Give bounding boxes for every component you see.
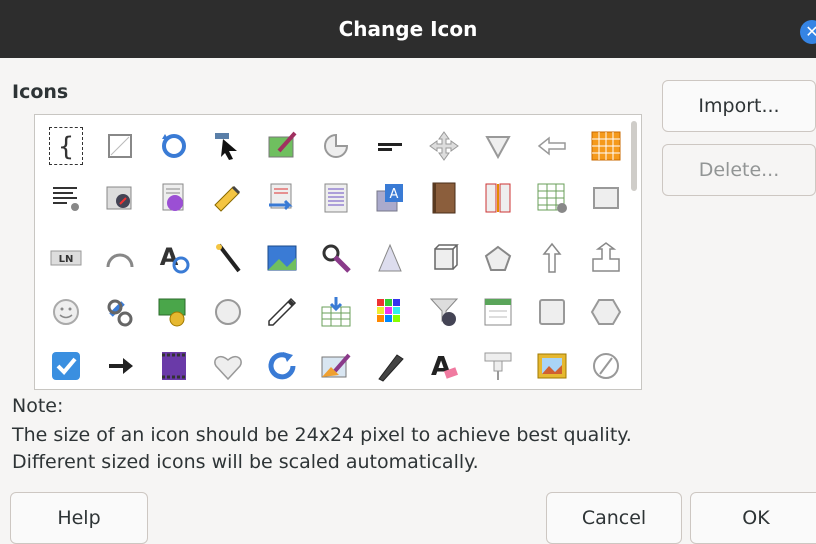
text-document-icon[interactable]: [309, 171, 363, 225]
paragraph-settings-icon[interactable]: [39, 171, 93, 225]
rectangle-icon[interactable]: [579, 171, 633, 225]
horizontal-line-icon[interactable]: [363, 119, 417, 173]
circle-slash-icon[interactable]: [579, 339, 633, 389]
svg-text:A: A: [160, 243, 179, 271]
refresh-icon[interactable]: [255, 339, 309, 389]
svg-text:LN: LN: [59, 254, 74, 265]
arc-icon[interactable]: [93, 231, 147, 285]
heart-icon[interactable]: [201, 339, 255, 389]
cube-icon[interactable]: [417, 231, 471, 285]
pushpin-icon[interactable]: [471, 339, 525, 389]
rounded-square-icon[interactable]: [525, 285, 579, 339]
pentagon-icon[interactable]: [471, 231, 525, 285]
arrow-up-icon[interactable]: [525, 231, 579, 285]
hyperlink-icon[interactable]: [93, 285, 147, 339]
title-bar: Change Icon ✕: [0, 0, 816, 58]
delete-button[interactable]: Delete...: [662, 144, 816, 196]
draw-on-image-icon[interactable]: [255, 119, 309, 173]
help-button[interactable]: Help: [10, 492, 148, 544]
film-frame-icon[interactable]: [147, 339, 201, 389]
svg-text:{: {: [58, 132, 75, 162]
rotate-3d-icon[interactable]: [147, 119, 201, 173]
eyedropper-icon[interactable]: [255, 285, 309, 339]
cancel-button[interactable]: Cancel: [546, 492, 682, 544]
form-window-icon[interactable]: [471, 285, 525, 339]
icons-label: Icons: [12, 81, 69, 103]
filter-navigator-icon[interactable]: [417, 285, 471, 339]
arrow-right-icon[interactable]: [93, 339, 147, 389]
hexagon-icon[interactable]: [579, 285, 633, 339]
curly-bracket-icon[interactable]: {: [39, 119, 93, 173]
icon-grid[interactable]: { A LN A A: [34, 114, 642, 390]
table-insert-icon[interactable]: [309, 285, 363, 339]
up-arrow-block-icon[interactable]: [579, 231, 633, 285]
close-icon[interactable]: ✕: [800, 20, 816, 44]
pie-arc-icon[interactable]: [309, 119, 363, 173]
note-line-2: Different sized icons will be scaled aut…: [12, 451, 479, 473]
magic-wand-icon[interactable]: [201, 231, 255, 285]
move-arrows-icon[interactable]: [417, 119, 471, 173]
square-icon[interactable]: [93, 119, 147, 173]
svg-text:A: A: [390, 187, 399, 202]
book-icon[interactable]: [417, 171, 471, 225]
navigator-image-icon[interactable]: [93, 171, 147, 225]
circle-icon[interactable]: [201, 285, 255, 339]
clear-formatting-icon[interactable]: A: [417, 339, 471, 389]
select-cursor-icon[interactable]: [201, 119, 255, 173]
line-numbering-icon[interactable]: LN: [39, 231, 93, 285]
money-icon[interactable]: [147, 285, 201, 339]
text-frame-icon[interactable]: [147, 171, 201, 225]
image-frame-icon[interactable]: [525, 339, 579, 389]
import-button[interactable]: Import...: [662, 80, 816, 132]
checkbox-icon[interactable]: [39, 339, 93, 389]
note-line-1: The size of an icon should be 24x24 pixe…: [12, 424, 632, 446]
window-title: Change Icon: [338, 17, 478, 41]
color-palette-icon[interactable]: [363, 285, 417, 339]
triangle-down-icon[interactable]: [471, 119, 525, 173]
table-grid-icon[interactable]: [579, 119, 633, 173]
smiley-icon[interactable]: [39, 285, 93, 339]
image-icon[interactable]: [255, 231, 309, 285]
ok-button[interactable]: OK: [690, 492, 816, 544]
autocorrect-icon[interactable]: A: [147, 231, 201, 285]
column-break-icon[interactable]: [471, 171, 525, 225]
text-box-icon[interactable]: A: [363, 171, 417, 225]
arrow-left-icon[interactable]: [525, 119, 579, 173]
table-settings-icon[interactable]: [525, 171, 579, 225]
record-changes-icon[interactable]: [255, 171, 309, 225]
pen-icon[interactable]: [363, 339, 417, 389]
highlight-pen-icon[interactable]: [201, 171, 255, 225]
note-heading: Note:: [12, 395, 64, 417]
edit-image-icon[interactable]: [309, 339, 363, 389]
cone-icon[interactable]: [363, 231, 417, 285]
zoom-pen-icon[interactable]: [309, 231, 363, 285]
